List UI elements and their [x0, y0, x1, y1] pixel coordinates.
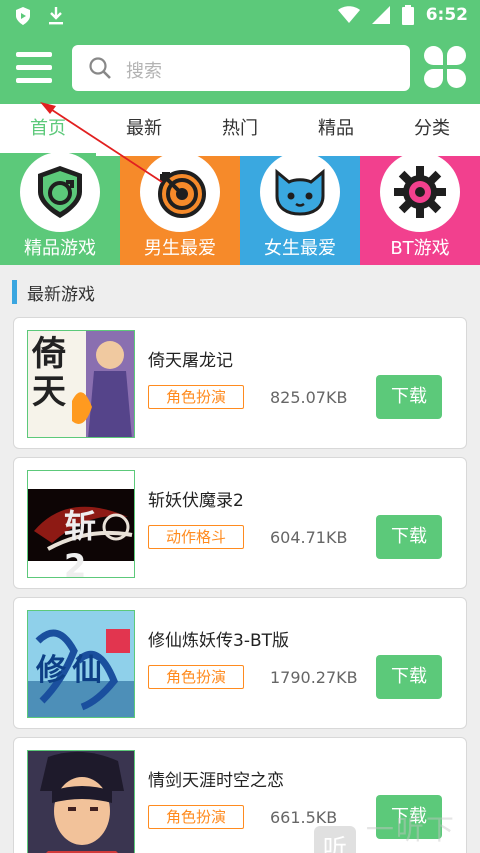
download-button[interactable]: 下载 [376, 655, 442, 699]
gear-icon [394, 166, 446, 218]
search-placeholder: 搜索 [126, 61, 162, 82]
tab-newest[interactable]: 最新 [96, 104, 192, 156]
tab-bar: 首页 最新 热门 精品 分类 [0, 104, 480, 156]
hamburger-icon-line [16, 78, 52, 83]
tab-featured[interactable]: 精品 [288, 104, 384, 156]
category-featured-games[interactable]: 精品游戏 [0, 152, 120, 265]
game-name: 情剑天涯时空之恋 [148, 771, 284, 791]
genre-tag: 角色扮演 [148, 665, 244, 689]
game-name: 斩妖伏魔录2 [148, 491, 244, 511]
battery-icon [401, 5, 414, 25]
category-icon-circle [380, 152, 460, 232]
thumb-caption: 斩2 [64, 507, 105, 578]
category-strip: 精品游戏 男生最爱 女生最爱 BT游戏 [0, 152, 480, 265]
watermark: 听 一听下载 [314, 808, 480, 853]
wifi-icon [337, 6, 360, 23]
game-name: 修仙炼妖传3-BT版 [148, 631, 289, 651]
category-label: 精品游戏 [24, 238, 96, 259]
search-icon [89, 57, 111, 79]
download-button[interactable]: 下载 [376, 515, 442, 559]
category-bt-games[interactable]: BT游戏 [360, 152, 480, 265]
category-label: BT游戏 [390, 238, 450, 259]
category-boys-favorite[interactable]: 男生最爱 [120, 152, 240, 265]
status-time: 6:52 [425, 5, 468, 25]
category-label: 女生最爱 [264, 238, 336, 259]
section-title: 最新游戏 [27, 284, 95, 305]
shield-icon [38, 166, 82, 218]
thumb-caption: 倚天 [32, 334, 66, 412]
section-accent-bar [12, 280, 17, 304]
category-label: 男生最爱 [144, 238, 216, 259]
tab-categories[interactable]: 分类 [384, 104, 480, 156]
tab-hot[interactable]: 热门 [192, 104, 288, 156]
game-card[interactable]: 斩2 斩妖伏魔录2 动作格斗 604.71KB 下载 [13, 457, 467, 589]
game-thumbnail[interactable]: 修仙 [27, 610, 135, 718]
game-thumbnail[interactable]: 倚天 [27, 330, 135, 438]
hamburger-icon-line [16, 65, 52, 70]
game-card[interactable]: 修仙 修仙炼妖传3-BT版 角色扮演 1790.27KB 下载 [13, 597, 467, 729]
file-size: 1790.27KB [270, 668, 358, 687]
status-bar: 6:52 [0, 0, 480, 34]
cat-icon [275, 168, 325, 216]
file-size: 604.71KB [270, 528, 348, 547]
game-card[interactable]: 倚天 倚天屠龙记 角色扮演 825.07KB 下载 [13, 317, 467, 449]
category-icon-circle [140, 152, 220, 232]
category-icon-circle [260, 152, 340, 232]
genre-tag: 角色扮演 [148, 805, 244, 829]
category-icon-circle [20, 152, 100, 232]
download-notification-icon [49, 7, 63, 25]
category-girls-favorite[interactable]: 女生最爱 [240, 152, 360, 265]
game-thumbnail[interactable]: 斩2 [27, 470, 135, 578]
signal-icon [371, 6, 390, 24]
top-bar: 搜索 [0, 34, 480, 104]
hamburger-icon [16, 52, 52, 57]
menu-button[interactable] [14, 50, 54, 86]
thumb-caption: 修仙 [36, 653, 108, 688]
watermark-text: 一听下载 [365, 813, 456, 846]
search-input[interactable]: 搜索 [72, 45, 410, 91]
game-thumbnail-image [28, 751, 134, 853]
file-size: 825.07KB [270, 388, 348, 407]
genre-tag: 角色扮演 [148, 385, 244, 409]
section-header: 最新游戏 [12, 278, 95, 306]
tab-home[interactable]: 首页 [0, 104, 96, 156]
download-button[interactable]: 下载 [376, 375, 442, 419]
game-name: 倚天屠龙记 [148, 351, 233, 371]
genre-tag: 动作格斗 [148, 525, 244, 549]
clover-menu-icon[interactable] [424, 46, 466, 88]
app-shield-icon [16, 7, 30, 25]
watermark-logo: 听 [314, 826, 356, 853]
game-thumbnail[interactable] [27, 750, 135, 853]
target-icon [158, 170, 206, 218]
